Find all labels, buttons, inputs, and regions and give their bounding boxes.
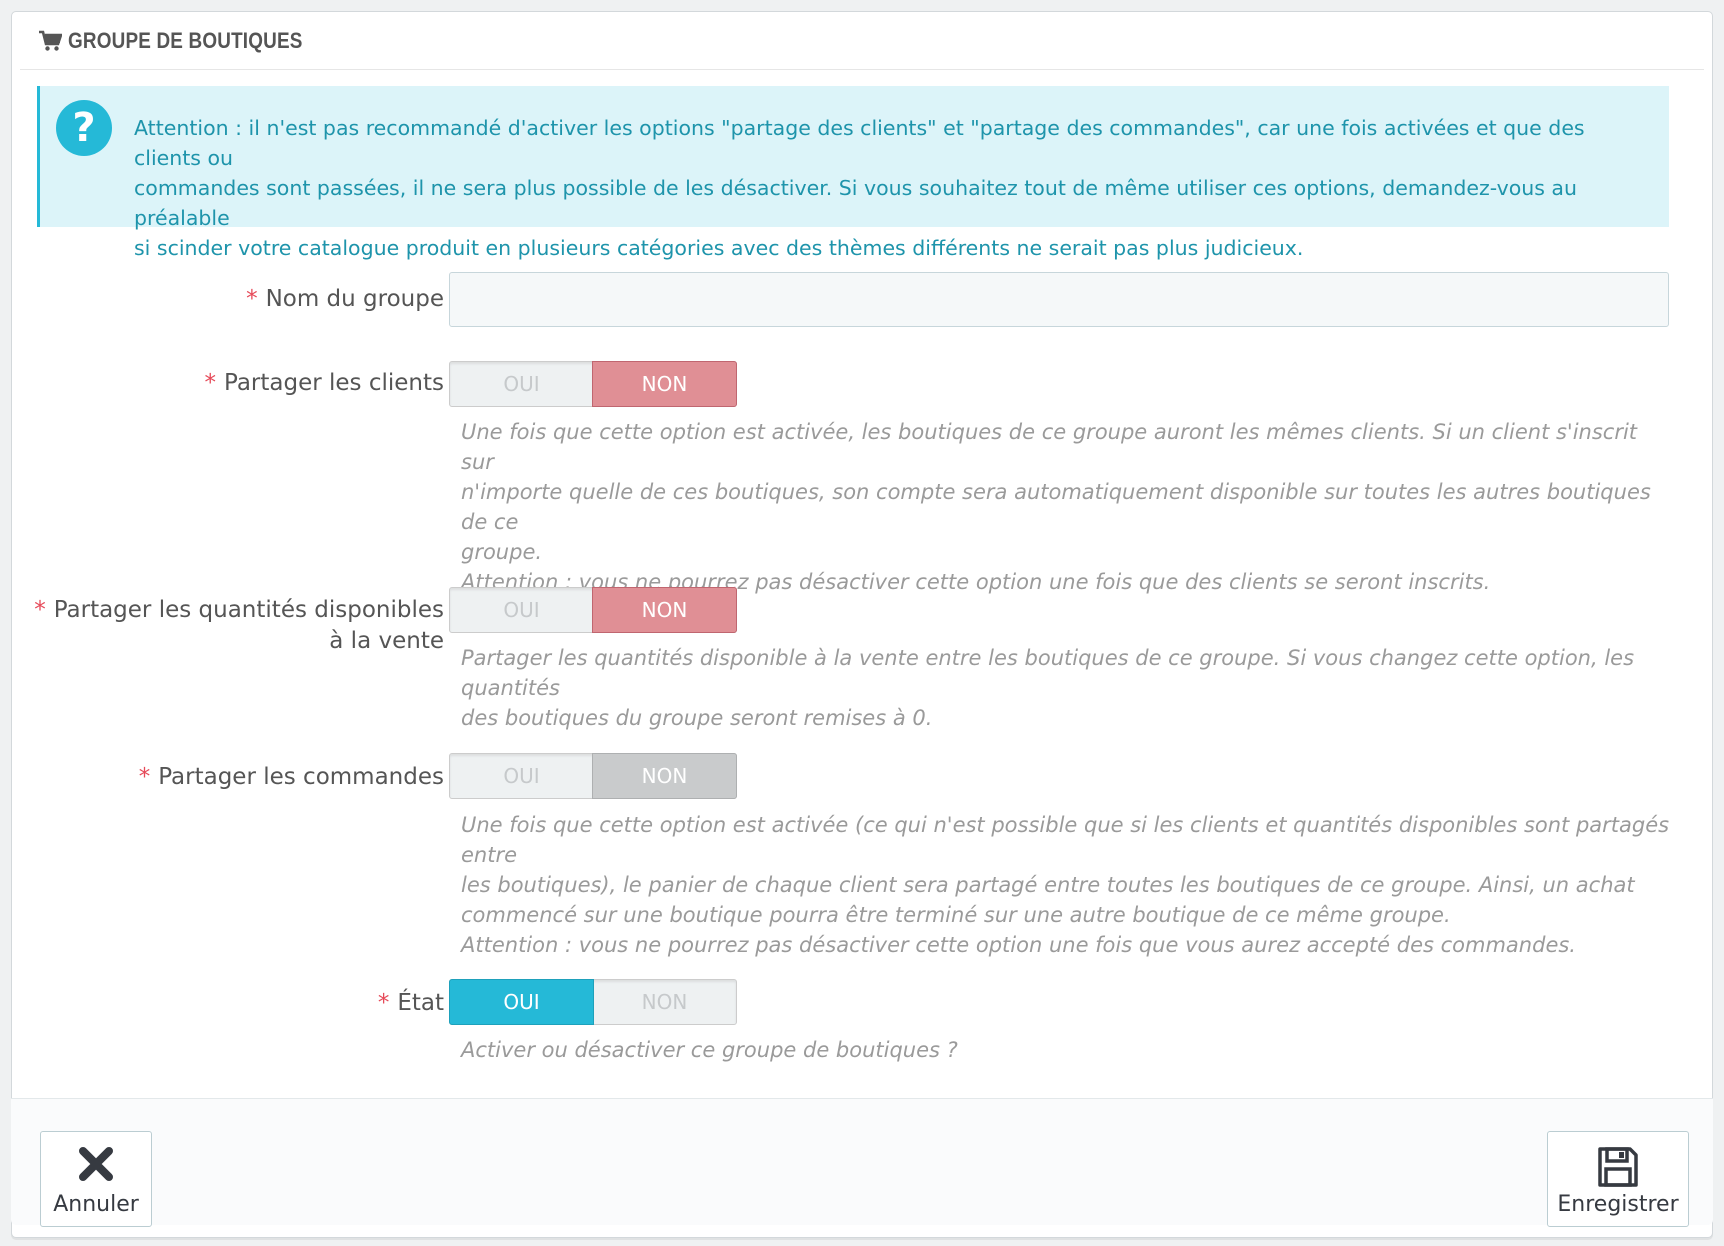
share-stock-switch[interactable]: OUI NON bbox=[449, 587, 737, 633]
required-asterisk: * bbox=[204, 370, 216, 396]
share-customers-yes[interactable]: OUI bbox=[450, 362, 593, 406]
share-orders-yes[interactable]: OUI bbox=[450, 754, 593, 798]
save-button[interactable]: Enregistrer bbox=[1547, 1131, 1689, 1227]
share-orders-no[interactable]: NON bbox=[592, 753, 737, 799]
share-orders-label: * Partager les commandes bbox=[138, 764, 444, 790]
group-name-input[interactable] bbox=[449, 272, 1669, 327]
status-yes[interactable]: OUI bbox=[449, 979, 594, 1025]
info-alert: ? Attention : il n'est pas recommandé d'… bbox=[37, 86, 1669, 260]
status-switch[interactable]: OUI NON bbox=[449, 979, 737, 1025]
required-asterisk: * bbox=[34, 597, 46, 623]
close-icon bbox=[79, 1147, 113, 1181]
share-stock-no[interactable]: NON bbox=[592, 587, 737, 633]
required-asterisk: * bbox=[377, 990, 390, 1016]
panel-heading: GROUPE DE BOUTIQUES bbox=[20, 12, 1704, 70]
share-customers-help: Une fois que cette option est activée, l… bbox=[461, 420, 1651, 594]
required-asterisk: * bbox=[246, 286, 258, 312]
share-customers-label: * Partager les clients bbox=[204, 370, 444, 396]
share-customers-no[interactable]: NON bbox=[592, 361, 737, 407]
share-orders-switch[interactable]: OUI NON bbox=[449, 753, 737, 799]
share-stock-yes[interactable]: OUI bbox=[450, 588, 593, 632]
group-name-label: * Nom du groupe bbox=[246, 286, 444, 312]
alert-text: Attention : il n'est pas recommandé d'ac… bbox=[134, 116, 1585, 260]
cancel-label: Annuler bbox=[53, 1192, 139, 1217]
question-icon: ? bbox=[56, 100, 112, 156]
floppy-disk-icon bbox=[1598, 1147, 1638, 1187]
panel-title: GROUPE DE BOUTIQUES bbox=[68, 27, 303, 53]
cancel-button[interactable]: Annuler bbox=[40, 1131, 152, 1227]
share-orders-help: Une fois que cette option est activée (c… bbox=[461, 813, 1670, 957]
share-stock-label: * Partager les quantités disponibles à la… bbox=[34, 597, 444, 654]
status-label: * État bbox=[377, 990, 444, 1016]
save-label: Enregistrer bbox=[1557, 1192, 1679, 1217]
status-no[interactable]: NON bbox=[593, 980, 736, 1024]
required-asterisk: * bbox=[138, 764, 151, 790]
share-customers-switch[interactable]: OUI NON bbox=[449, 361, 737, 407]
share-stock-help: Partager les quantités disponible à la v… bbox=[461, 646, 1635, 730]
status-help: Activer ou désactiver ce groupe de bouti… bbox=[461, 1038, 958, 1062]
cart-icon bbox=[39, 30, 62, 51]
panel-footer bbox=[11, 1098, 1713, 1225]
